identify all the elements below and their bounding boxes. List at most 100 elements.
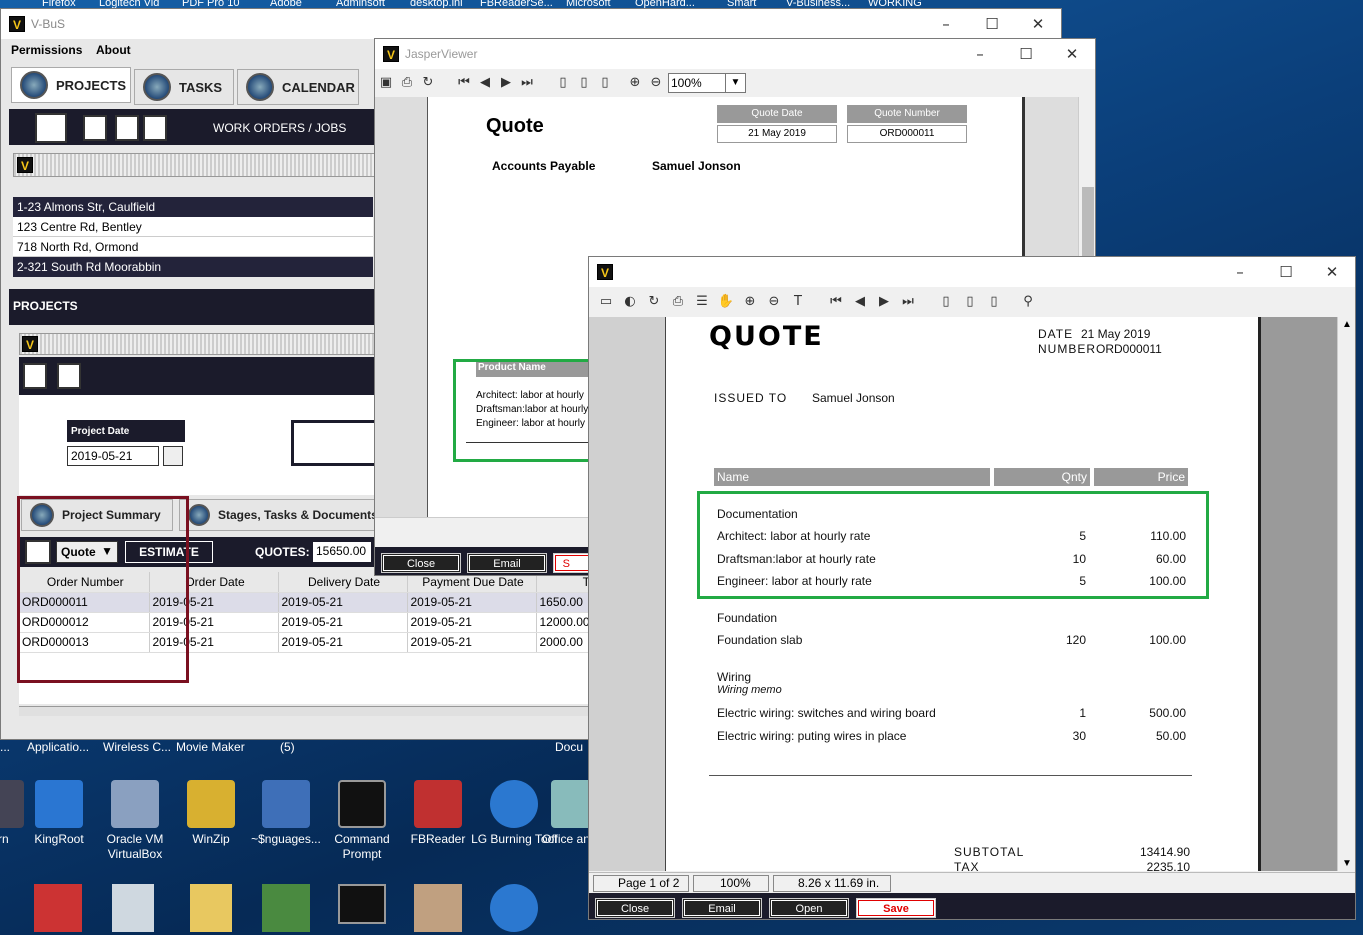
save-button[interactable]: Save [856, 898, 936, 918]
accounts-payable-label: Accounts Payable [492, 159, 596, 173]
actual-size-icon[interactable]: ▯ [554, 74, 572, 92]
toc-icon[interactable]: ☰ [693, 293, 711, 311]
plane-icon [143, 73, 171, 101]
tab-tasks[interactable]: TASKS [134, 69, 234, 105]
jasper-toolbar: ▣ ⎙ ↻ ⏮ ◀ ▶ ⏭ ▯ ▯ ▯ ⊕ ⊖ 100% ▼ [375, 70, 1095, 96]
app-logo-icon: V [22, 336, 38, 352]
item-name: Electric wiring: puting wires in place [717, 729, 907, 743]
desktop-label[interactable]: Movie Maker [176, 740, 245, 754]
tab-stages-tasks[interactable]: Stages, Tasks & Documents [179, 499, 379, 531]
date-value: 21 May 2019 [1081, 327, 1151, 341]
zoom-in-icon[interactable]: ⊕ [741, 293, 759, 311]
tab-calendar[interactable]: CALENDAR [237, 69, 359, 105]
save-icon[interactable]: ▣ [377, 74, 395, 92]
upload-icon[interactable] [490, 884, 538, 932]
zoom-out-icon[interactable]: ⊖ [647, 74, 665, 92]
scroll-down-icon[interactable]: ▼ [1342, 858, 1352, 869]
next-page-icon[interactable]: ▶ [875, 293, 893, 311]
hand-icon[interactable]: ✋ [717, 293, 735, 311]
list-item[interactable]: 2-321 South Rd Moorabbin [13, 257, 373, 277]
copy-icon[interactable] [143, 115, 167, 141]
print-icon[interactable]: ⎙ [398, 74, 416, 92]
minimize-icon[interactable]: – [923, 15, 969, 33]
app-icon[interactable] [414, 884, 462, 932]
report-heading: Quote [486, 115, 544, 137]
last-page-icon[interactable]: ⏭ [899, 293, 917, 311]
scroll-up-icon[interactable]: ▲ [1342, 319, 1352, 330]
issued-to-value: Samuel Jonson [812, 391, 895, 405]
scrollbar-thumb[interactable] [1082, 187, 1094, 257]
export-icon[interactable]: ◐ [621, 293, 639, 311]
zoom-select[interactable]: 100% ▼ [668, 73, 746, 93]
table-cell: 1650.00 [536, 592, 589, 613]
app-icon[interactable] [262, 884, 310, 932]
first-page-icon[interactable]: ⏮ [455, 74, 473, 92]
email-button[interactable]: Email [682, 898, 762, 918]
customer-name: Samuel Jonson [652, 159, 741, 173]
calendar-icon[interactable] [163, 446, 183, 466]
email-button[interactable]: Email [467, 553, 547, 573]
minimize-icon[interactable]: – [957, 45, 1003, 63]
last-page-icon[interactable]: ⏭ [518, 74, 536, 92]
desktop-label[interactable]: ... [0, 740, 10, 754]
zoom-in-icon[interactable]: ⊕ [626, 74, 644, 92]
maximize-icon[interactable]: ☐ [1263, 263, 1309, 281]
minimize-icon[interactable]: – [1217, 263, 1263, 281]
group-name: Foundation [717, 611, 778, 625]
quote-date-value: 21 May 2019 [717, 125, 837, 143]
clipboard-icon[interactable] [83, 115, 107, 141]
open-button[interactable]: Open [769, 898, 849, 918]
close-icon[interactable]: ✕ [1015, 15, 1061, 33]
binoculars-icon[interactable]: ⚲ [1019, 293, 1037, 311]
previous-page-icon[interactable]: ◀ [851, 293, 869, 311]
fit-page-icon[interactable]: ▯ [961, 293, 979, 311]
menu-about[interactable]: About [96, 43, 131, 57]
trash-icon[interactable] [57, 363, 81, 389]
reload-icon[interactable]: ↻ [645, 293, 663, 311]
desktop-label[interactable]: Applicatio... [27, 740, 89, 754]
fit-page-icon[interactable]: ▯ [575, 74, 593, 92]
recycle-bin-icon[interactable] [112, 884, 154, 932]
list-item[interactable]: 1-23 Almons Str, Caulfield [13, 197, 373, 217]
clipboard-icon[interactable] [23, 363, 47, 389]
maximize-icon[interactable]: ☐ [969, 15, 1015, 33]
reload-icon[interactable]: ↻ [419, 74, 437, 92]
menu-permissions[interactable]: Permissions [11, 43, 82, 57]
command-prompt-icon[interactable] [338, 884, 386, 924]
zoom-out-icon[interactable]: ⊖ [765, 293, 783, 311]
app-logo-icon: V [597, 264, 613, 280]
list-item[interactable]: 123 Centre Rd, Bentley [13, 217, 373, 237]
maximize-icon[interactable]: ☐ [1003, 45, 1049, 63]
issued-to-label: ISSUED TO [714, 391, 788, 405]
open-folder-icon[interactable]: ▭ [597, 293, 615, 311]
previous-page-icon[interactable]: ◀ [476, 74, 494, 92]
edit-pen-icon[interactable] [35, 113, 67, 143]
next-page-icon[interactable]: ▶ [497, 74, 515, 92]
close-button[interactable]: Close [595, 898, 675, 918]
desktop-label[interactable]: Wireless C... [103, 740, 171, 754]
number-value: ORD000011 [1096, 342, 1162, 356]
first-page-icon[interactable]: ⏮ [827, 293, 845, 311]
close-button[interactable]: Close [381, 553, 461, 573]
desktop-label[interactable]: (5) [280, 740, 295, 754]
project-date-field[interactable]: 2019-05-21 [67, 446, 159, 466]
close-icon[interactable]: ✕ [1049, 45, 1095, 63]
text-select-icon[interactable]: T [789, 293, 807, 311]
folder-icon[interactable] [190, 884, 232, 932]
command-prompt-icon [338, 780, 386, 828]
vertical-scrollbar[interactable]: ▲ ▼ [1337, 317, 1355, 871]
zoom-indicator: 100% [693, 875, 769, 892]
single-page-icon[interactable]: ▯ [937, 293, 955, 311]
list-item[interactable]: 718 North Rd, Ormond [13, 237, 373, 257]
print-icon[interactable]: ⎙ [669, 293, 687, 311]
close-icon[interactable]: ✕ [1309, 263, 1355, 281]
fit-width-icon[interactable]: ▯ [985, 293, 1003, 311]
refresh-icon[interactable] [115, 115, 139, 141]
app-icon[interactable] [34, 884, 82, 932]
tab-projects[interactable]: PROJECTS [11, 67, 131, 103]
desktop-label[interactable]: Docu [555, 740, 583, 754]
fit-width-icon[interactable]: ▯ [596, 74, 614, 92]
annotation-highlight-green [697, 491, 1209, 599]
horizontal-scrollbar[interactable] [19, 706, 589, 716]
window-title: V-BuS [31, 17, 66, 31]
